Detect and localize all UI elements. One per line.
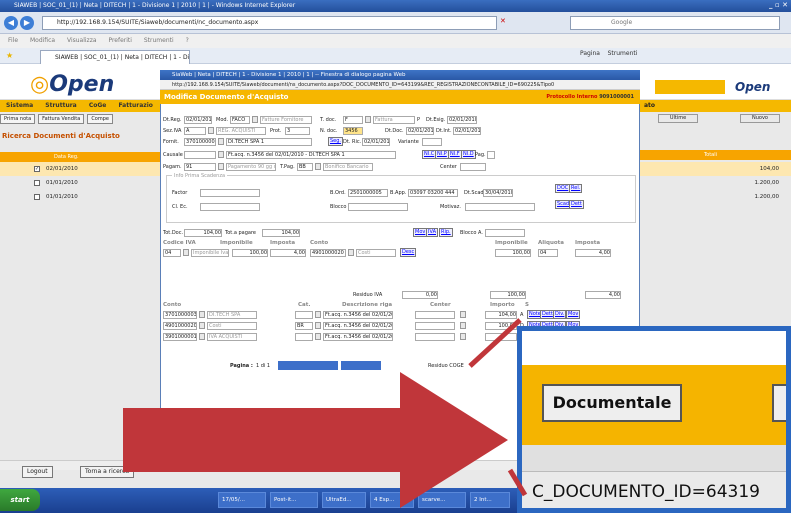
pointer-line-lower bbox=[507, 468, 528, 497]
pointer-line bbox=[468, 318, 522, 368]
annotation-overlay bbox=[123, 318, 528, 508]
red-arrow-icon bbox=[123, 372, 508, 508]
